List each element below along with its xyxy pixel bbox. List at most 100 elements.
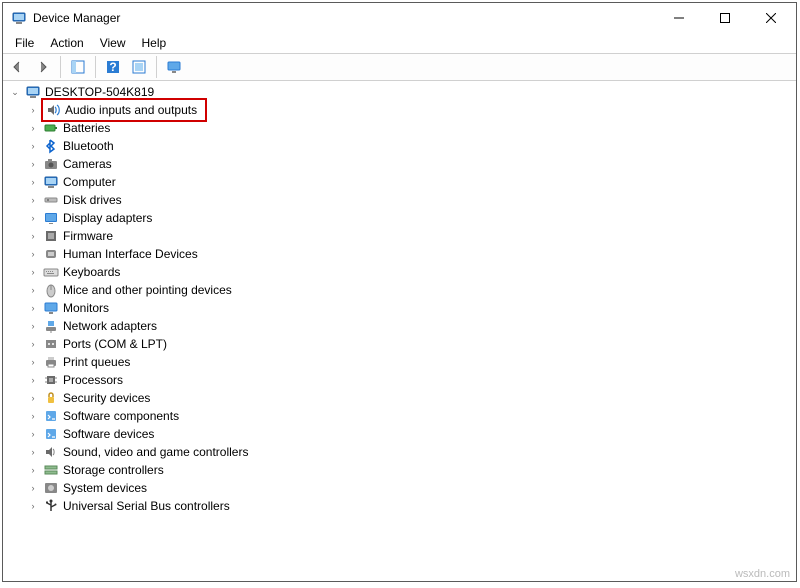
- category-label: Sound, video and game controllers: [63, 445, 248, 459]
- expand-icon[interactable]: ›: [27, 140, 39, 152]
- expand-icon[interactable]: ›: [27, 194, 39, 206]
- menu-file[interactable]: File: [7, 34, 42, 52]
- category-label: Display adapters: [63, 211, 152, 225]
- expand-icon[interactable]: ›: [27, 230, 39, 242]
- expand-icon[interactable]: ›: [27, 410, 39, 422]
- storage-icon: [43, 462, 59, 478]
- usb-icon: [43, 498, 59, 514]
- tree-category[interactable]: › Monitors: [25, 299, 796, 317]
- menu-action[interactable]: Action: [42, 34, 91, 52]
- category-label: Security devices: [63, 391, 150, 405]
- expand-icon[interactable]: ›: [27, 122, 39, 134]
- close-button[interactable]: [748, 3, 794, 33]
- titlebar[interactable]: Device Manager: [3, 3, 796, 33]
- device-tree[interactable]: ⌄ DESKTOP-504K819 ›Audio inputs and outp…: [3, 81, 796, 581]
- menu-help[interactable]: Help: [134, 34, 175, 52]
- toolbar: ?: [3, 53, 796, 81]
- tree-category[interactable]: › Disk drives: [25, 191, 796, 209]
- camera-icon: [43, 156, 59, 172]
- category-label: Monitors: [63, 301, 109, 315]
- tree-category[interactable]: ›Cameras: [25, 155, 796, 173]
- category-label: Print queues: [63, 355, 130, 369]
- category-label: Storage controllers: [63, 463, 164, 477]
- disk-icon: [43, 192, 59, 208]
- expand-icon[interactable]: ›: [27, 212, 39, 224]
- expand-icon[interactable]: ›: [27, 302, 39, 314]
- tree-category[interactable]: › Security devices: [25, 389, 796, 407]
- tree-category[interactable]: › Display adapters: [25, 209, 796, 227]
- category-label: Batteries: [63, 121, 110, 135]
- expand-icon[interactable]: ›: [27, 104, 39, 116]
- tree-category[interactable]: ›System devices: [25, 479, 796, 497]
- category-label: Processors: [63, 373, 123, 387]
- tree-category[interactable]: ›Software components: [25, 407, 796, 425]
- svg-text:?: ?: [109, 60, 116, 74]
- expand-icon[interactable]: ›: [27, 320, 39, 332]
- battery-icon: [43, 120, 59, 136]
- expand-icon[interactable]: ›: [27, 266, 39, 278]
- expand-icon[interactable]: ›: [27, 482, 39, 494]
- expand-icon[interactable]: ›: [27, 356, 39, 368]
- minimize-button[interactable]: [656, 3, 702, 33]
- expand-icon[interactable]: ›: [27, 392, 39, 404]
- separator: [60, 56, 61, 78]
- category-label: Software devices: [63, 427, 154, 441]
- tree-category[interactable]: › Sound, video and game controllers: [25, 443, 796, 461]
- separator: [95, 56, 96, 78]
- software-icon: [43, 408, 59, 424]
- menubar: File Action View Help: [3, 33, 796, 53]
- computer-icon: [25, 84, 41, 100]
- printer-icon: [43, 354, 59, 370]
- expand-icon[interactable]: ›: [27, 428, 39, 440]
- forward-button[interactable]: [31, 55, 55, 79]
- tree-category[interactable]: ›Firmware: [25, 227, 796, 245]
- bluetooth-icon: [43, 138, 59, 154]
- tree-category[interactable]: › Audio inputs and outputs: [25, 101, 796, 119]
- tree-category[interactable]: › Software devices: [25, 425, 796, 443]
- expand-icon[interactable]: ›: [27, 248, 39, 260]
- scan-hardware-button[interactable]: [127, 55, 151, 79]
- category-label: Disk drives: [63, 193, 122, 207]
- expand-icon[interactable]: ›: [27, 464, 39, 476]
- tree-category[interactable]: › Storage controllers: [25, 461, 796, 479]
- expand-icon[interactable]: ›: [27, 446, 39, 458]
- expand-icon[interactable]: ›: [27, 158, 39, 170]
- tree-category[interactable]: ›Keyboards: [25, 263, 796, 281]
- tree-category[interactable]: ›Computer: [25, 173, 796, 191]
- category-label: Mice and other pointing devices: [63, 283, 232, 297]
- expand-icon[interactable]: ›: [27, 374, 39, 386]
- tree-category[interactable]: ›Ports (COM & LPT): [25, 335, 796, 353]
- expand-icon[interactable]: ›: [27, 176, 39, 188]
- tree-category[interactable]: › Mice and other pointing devices: [25, 281, 796, 299]
- computer-icon: [43, 174, 59, 190]
- tree-children: › Audio inputs and outputs › Batteries › Blue…: [7, 101, 796, 515]
- tree-category[interactable]: › Universal Serial Bus controllers: [25, 497, 796, 515]
- security-icon: [43, 390, 59, 406]
- expand-icon[interactable]: ›: [27, 338, 39, 350]
- window-controls: [656, 3, 794, 33]
- ports-icon: [43, 336, 59, 352]
- expand-icon[interactable]: ›: [27, 500, 39, 512]
- help-button[interactable]: ?: [101, 55, 125, 79]
- back-button[interactable]: [5, 55, 29, 79]
- menu-view[interactable]: View: [92, 34, 134, 52]
- tree-category[interactable]: › Bluetooth: [25, 137, 796, 155]
- tree-category[interactable]: › Processors: [25, 371, 796, 389]
- category-label: Bluetooth: [63, 139, 114, 153]
- category-label: Universal Serial Bus controllers: [63, 499, 230, 513]
- show-hide-button[interactable]: [66, 55, 90, 79]
- tree-category[interactable]: › Print queues: [25, 353, 796, 371]
- expand-icon[interactable]: ›: [27, 284, 39, 296]
- system-icon: [43, 480, 59, 496]
- app-icon: [11, 10, 27, 26]
- network-icon: [43, 318, 59, 334]
- sound-icon: [43, 444, 59, 460]
- watermark: wsxdn.com: [735, 568, 790, 580]
- cpu-icon: [43, 372, 59, 388]
- hardware-changes-button[interactable]: [162, 55, 186, 79]
- category-label: Audio inputs and outputs: [65, 103, 197, 117]
- collapse-icon[interactable]: ⌄: [9, 86, 21, 98]
- tree-category[interactable]: ›Human Interface Devices: [25, 245, 796, 263]
- maximize-button[interactable]: [702, 3, 748, 33]
- tree-category[interactable]: ›Network adapters: [25, 317, 796, 335]
